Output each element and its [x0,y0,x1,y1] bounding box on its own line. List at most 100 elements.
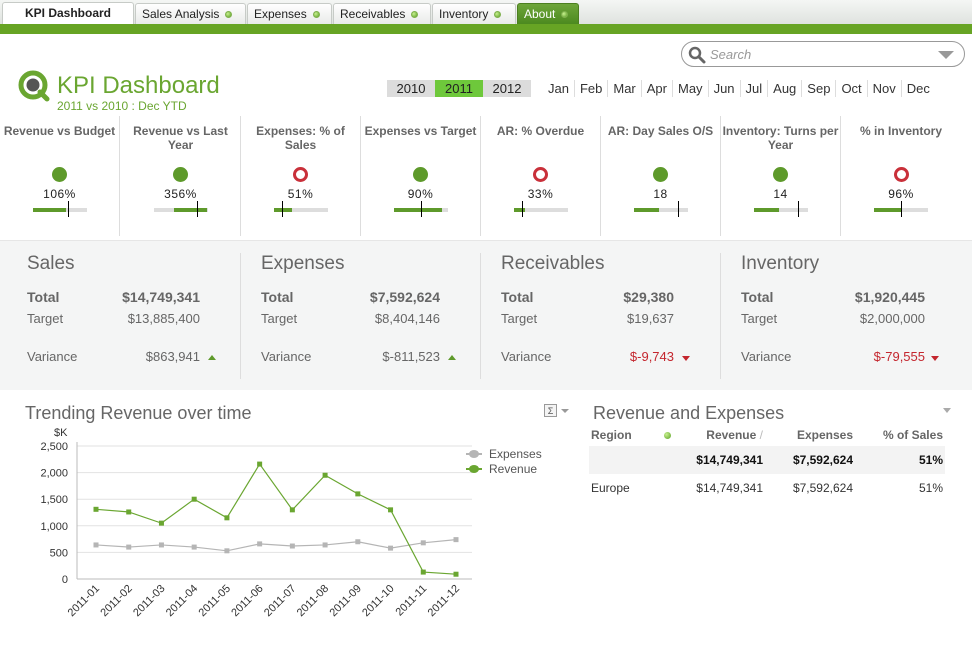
target-value: $19,637 [627,311,674,326]
row-label: Target [501,311,538,326]
data-point-expenses [420,540,426,546]
status-dot-icon [225,11,233,19]
data-point-expenses [257,541,263,547]
kpi-value: 356% [164,187,197,201]
tab-inventory[interactable]: Inventory [432,3,516,24]
kpi-ar-day-sales[interactable]: AR: Day Sales O/S 18 [601,116,721,236]
y-tick-label: 2,000 [40,468,68,480]
row-label: Total [741,289,774,305]
table-menu-icon[interactable] [943,408,951,413]
month-jul[interactable]: Jul [739,80,768,97]
month-may[interactable]: May [672,80,708,97]
year-2010[interactable]: 2010 [387,80,435,97]
x-tick-label: 2011-09 [327,583,363,619]
month-oct[interactable]: Oct [835,80,866,97]
target-value: $13,885,400 [127,311,200,326]
status-dot-icon [561,11,569,19]
gauge-target-marker [521,201,523,217]
header-revenue[interactable]: Revenue / [679,426,765,446]
month-jun[interactable]: Jun [707,80,740,97]
kpi-value: 96% [888,187,914,201]
kpi-revenue-vs-last-year[interactable]: Revenue vs Last Year 356% [121,116,241,236]
variance-value: $863,941 [145,349,200,364]
gauge-target-marker [196,201,198,217]
gauge-target-marker [67,201,69,217]
trend-up-icon [208,355,216,360]
x-tick-label: 2011-05 [197,583,233,619]
month-nov[interactable]: Nov [866,80,901,97]
kpi-gauge-bar [874,201,928,217]
month-apr[interactable]: Apr [640,80,672,97]
table-title: Revenue and Expenses [593,403,785,423]
header-pct-sales[interactable]: % of Sales [855,426,945,446]
revenue-expenses-table: Region Revenue / Expenses % of Sales $14… [589,426,945,502]
tab-about[interactable]: About [517,3,579,24]
data-point-revenue [388,507,394,513]
chevron-down-icon [561,409,569,413]
status-indicator-icon [773,167,788,182]
kpi-label: Expenses vs Target [364,124,477,138]
search-input[interactable]: Search [681,41,965,67]
month-mar[interactable]: Mar [607,80,640,97]
svg-text:Σ: Σ [548,406,554,416]
gauge-fill [874,208,901,212]
cell: $14,749,341 [679,446,765,474]
data-point-revenue [420,569,426,575]
trend-up-icon [448,355,456,360]
table-row[interactable]: Europe $14,749,341 $7,592,624 51% [589,474,945,502]
variance-row: Variance $-79,555 [741,349,961,371]
data-point-revenue [126,509,132,515]
kpi-value: 14 [773,187,788,201]
kpi-ar-overdue[interactable]: AR: % Overdue 33% [481,116,601,236]
data-point-revenue [191,496,197,502]
month-aug[interactable]: Aug [767,80,801,97]
series-line-revenue [95,463,457,575]
row-label: Target [27,311,64,326]
header-region[interactable]: Region [589,426,679,446]
month-dec[interactable]: Dec [900,80,935,97]
search-dropdown-icon[interactable] [938,51,954,59]
tab-expenses[interactable]: Expenses [247,3,332,24]
kpi-expenses-pct-sales[interactable]: Expenses: % of Sales 51% [241,116,361,236]
kpi-expenses-vs-target[interactable]: Expenses vs Target 90% [361,116,481,236]
trending-revenue-chart: $K 0 500 1,000 1,500 2,000 2,500 2011-012011-02… [40,427,541,619]
tab-sales-analysis[interactable]: Sales Analysis [135,3,246,24]
kpi-inventory-turns[interactable]: Inventory: Turns per Year 14 [721,116,841,236]
total-value: $14,749,341 [122,289,200,305]
gauge-fill [753,208,779,212]
row-label: Variance [501,349,552,364]
tab-label: Expenses [254,7,307,21]
month-sep[interactable]: Sep [801,80,835,97]
month-feb[interactable]: Feb [573,80,607,97]
month-jan[interactable]: Jan [543,80,574,97]
x-tick-label: 2011-02 [98,583,134,619]
y-tick-label: 1,500 [40,494,68,506]
variance-row: Variance $-811,523 [261,349,480,371]
tab-receivables[interactable]: Receivables [333,3,431,24]
kpi-pct-inventory[interactable]: % in Inventory 96% [841,116,961,236]
status-indicator-icon [52,167,67,182]
y-tick-label: 500 [50,547,68,559]
tab-label: KPI Dashboard [24,6,111,20]
year-selector: 2010 2011 2012 [387,80,531,97]
qlik-logo-icon [18,70,50,102]
year-2012[interactable]: 2012 [483,80,531,97]
chart-menu-button[interactable]: Σ [544,404,572,418]
x-tick-label: 2011-12 [426,583,462,619]
year-2011[interactable]: 2011 [435,80,483,97]
header-label: Region [591,428,632,442]
cell: 51% [918,481,943,495]
data-point-revenue [453,571,459,577]
y-tick-label: 2,500 [40,441,68,453]
header-expenses[interactable]: Expenses [765,426,855,446]
kpi-label: % in Inventory [859,124,942,138]
status-dot-icon [411,11,419,19]
y-axis-label: $K [54,427,68,439]
x-tick-label: 2011-01 [66,583,102,619]
kpi-gauge-bar [153,201,208,217]
tab-kpi-dashboard[interactable]: KPI Dashboard [2,2,134,24]
total-row: Total $1,920,445 [741,289,961,311]
gauge-target-marker [281,201,283,217]
variance-row: Variance $863,941 [27,349,240,371]
kpi-revenue-vs-budget[interactable]: Revenue vs Budget 106% [0,116,120,236]
